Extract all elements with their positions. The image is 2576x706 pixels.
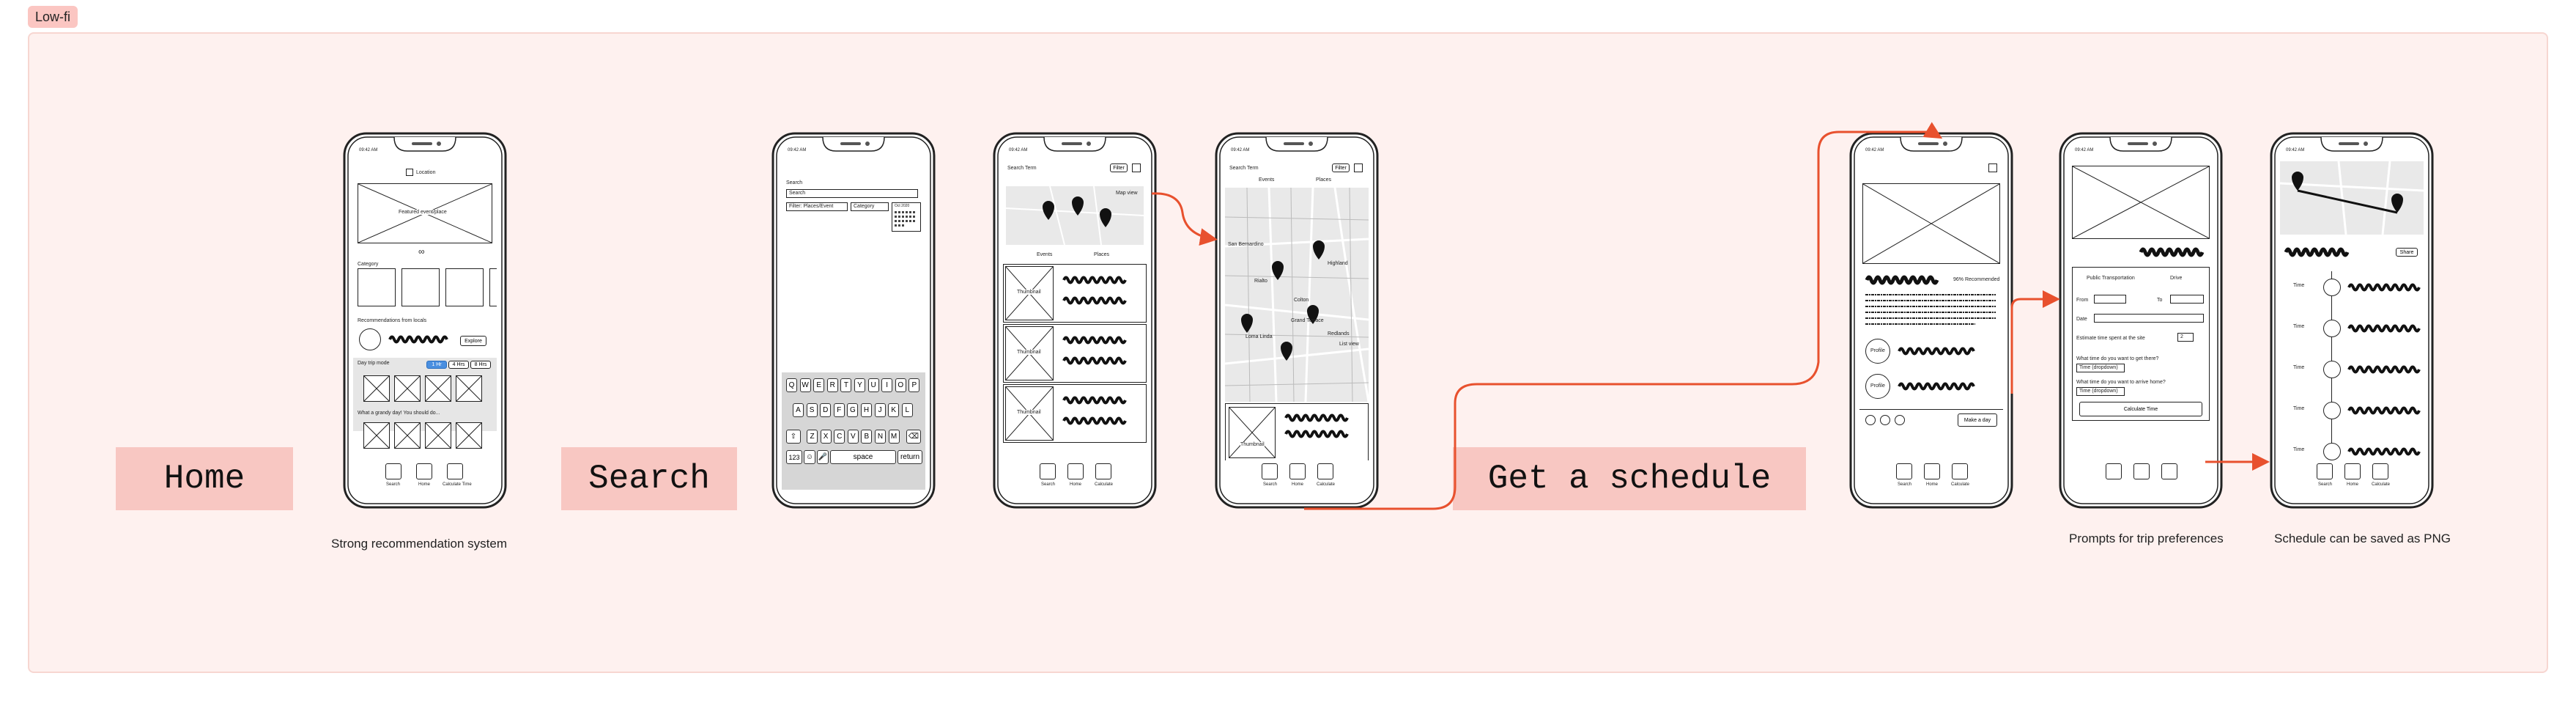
arrow-make-day [2010,290,2060,394]
flow-arrows [1151,122,2270,510]
arrow-to-schedule [1304,122,1943,510]
arrow-map-view [1151,192,1218,246]
